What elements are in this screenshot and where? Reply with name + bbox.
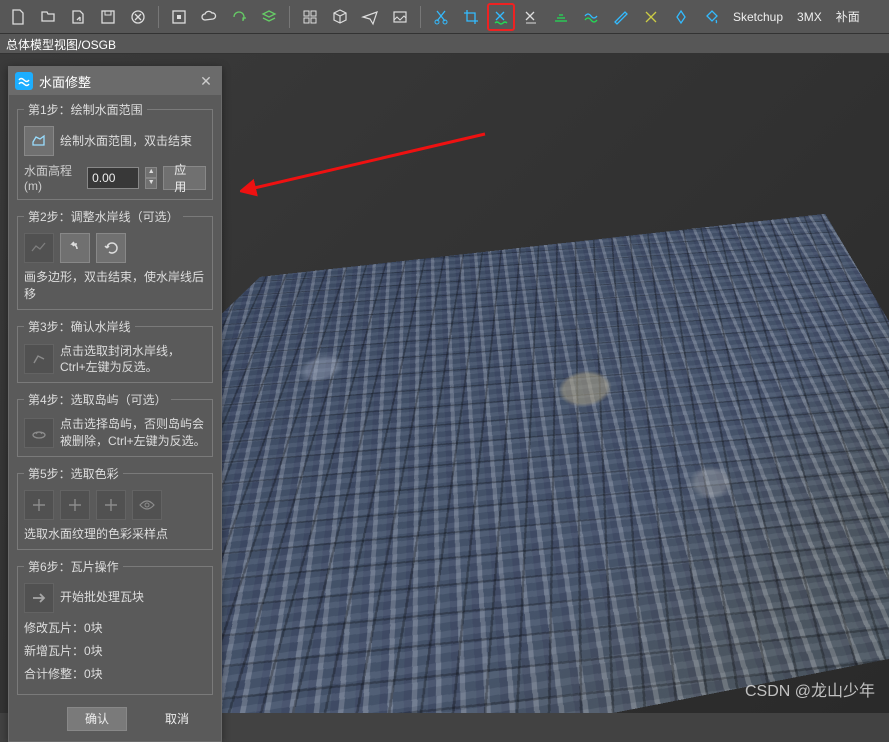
panel-titlebar: 水面修整 ✕ — [9, 67, 221, 95]
step5-hint: 选取水面纹理的色彩采样点 — [24, 526, 206, 543]
layers-button[interactable] — [255, 3, 283, 31]
image-button[interactable] — [386, 3, 414, 31]
undo-button[interactable] — [60, 233, 90, 263]
redo-button[interactable] — [96, 233, 126, 263]
cloud-button[interactable] — [195, 3, 223, 31]
tool-b-button[interactable] — [547, 3, 575, 31]
ok-button[interactable]: 确认 — [67, 707, 127, 731]
color-eye-button — [132, 490, 162, 520]
color-pick-1-button — [24, 490, 54, 520]
step6-group: 第6步：瓦片操作 开始批处理瓦块 修改瓦片：0块 新增瓦片：0块 合计修整：0块 — [17, 558, 213, 695]
elevation-spinner[interactable]: ▲▼ — [145, 167, 157, 189]
stat-modify: 修改瓦片：0块 — [24, 619, 206, 636]
panel-title-text: 水面修整 — [39, 72, 91, 91]
toolbar-separator — [158, 6, 159, 28]
color-pick-2-button — [60, 490, 90, 520]
save-button[interactable] — [94, 3, 122, 31]
elevation-label: 水面高程(m) — [24, 162, 81, 193]
tile-stats: 修改瓦片：0块 新增瓦片：0块 合计修整：0块 — [24, 619, 206, 682]
step4-group: 第4步：选取岛屿（可选） 点击选择岛屿，否则岛屿会被删除，Ctrl+左键为反选。 — [17, 391, 213, 457]
select-button[interactable] — [165, 3, 193, 31]
confirm-shoreline-button — [24, 344, 54, 374]
draw-area-button[interactable] — [24, 126, 54, 156]
callout-arrow — [240, 129, 490, 209]
tool-d-button[interactable] — [607, 3, 635, 31]
stat-add: 新增瓦片：0块 — [24, 642, 206, 659]
toolbar-separator — [420, 6, 421, 28]
water-surface-panel: 水面修整 ✕ 第1步：绘制水面范围 绘制水面范围，双击结束 水面高程(m) ▲▼… — [8, 66, 222, 742]
toolbar-separator — [289, 6, 290, 28]
sketchup-button[interactable]: Sketchup — [727, 10, 789, 24]
close-icon[interactable]: ✕ — [197, 72, 215, 90]
select-island-button — [24, 418, 54, 448]
elevation-input[interactable] — [87, 167, 139, 189]
panel-title-icon — [15, 72, 33, 90]
step4-legend: 第4步：选取岛屿（可选） — [24, 391, 171, 408]
cube-button[interactable] — [326, 3, 354, 31]
breadcrumb-path: 总体模型视图/OSGB — [6, 38, 116, 52]
apply-button[interactable]: 应用 — [163, 166, 206, 190]
step3-legend: 第3步：确认水岸线 — [24, 318, 135, 335]
step1-legend: 第1步：绘制水面范围 — [24, 101, 147, 118]
fill-button[interactable] — [697, 3, 725, 31]
step2-legend: 第2步：调整水岸线（可选） — [24, 208, 183, 225]
plane-button[interactable] — [356, 3, 384, 31]
stat-total: 合计修整：0块 — [24, 665, 206, 682]
draw-hint-text: 绘制水面范围，双击结束 — [60, 133, 206, 150]
breadcrumb: 总体模型视图/OSGB — [0, 34, 889, 54]
open-button[interactable] — [34, 3, 62, 31]
water-surface-tool-button[interactable] — [487, 3, 515, 31]
start-batch-button — [24, 583, 54, 613]
threemx-button[interactable]: 3MX — [791, 10, 828, 24]
step6-start-text: 开始批处理瓦块 — [60, 589, 206, 606]
step5-group: 第5步：选取色彩 选取水面纹理的色彩采样点 — [17, 465, 213, 550]
step5-legend: 第5步：选取色彩 — [24, 465, 123, 482]
color-pick-3-button — [96, 490, 126, 520]
cancel-panel-button[interactable]: 取消 — [147, 707, 207, 731]
step4-hint: 点击选择岛屿，否则岛屿会被删除，Ctrl+左键为反选。 — [60, 416, 206, 450]
tool-c-button[interactable] — [577, 3, 605, 31]
cancel-button[interactable] — [124, 3, 152, 31]
step1-group: 第1步：绘制水面范围 绘制水面范围，双击结束 水面高程(m) ▲▼ 应用 — [17, 101, 213, 200]
cut-button[interactable] — [427, 3, 455, 31]
new-file-button[interactable] — [4, 3, 32, 31]
step6-legend: 第6步：瓦片操作 — [24, 558, 123, 575]
step2-hint: 画多边形，双击结束，使水岸线后移 — [24, 269, 206, 303]
tool-a-button[interactable] — [517, 3, 545, 31]
step2-group: 第2步：调整水岸线（可选） 画多边形，双击结束，使水岸线后移 — [17, 208, 213, 310]
step3-hint: 点击选取封闭水岸线， Ctrl+左键为反选。 — [60, 343, 206, 377]
buface-button[interactable]: 补面 — [830, 8, 866, 25]
step3-group: 第3步：确认水岸线 点击选取封闭水岸线， Ctrl+左键为反选。 — [17, 318, 213, 384]
grid-button[interactable] — [296, 3, 324, 31]
export-button[interactable] — [64, 3, 92, 31]
main-toolbar: Sketchup 3MX 补面 — [0, 0, 889, 34]
refresh-button[interactable] — [225, 3, 253, 31]
tool-f-button[interactable] — [667, 3, 695, 31]
crop-button[interactable] — [457, 3, 485, 31]
tool-e-button[interactable] — [637, 3, 665, 31]
polyline-button — [24, 233, 54, 263]
